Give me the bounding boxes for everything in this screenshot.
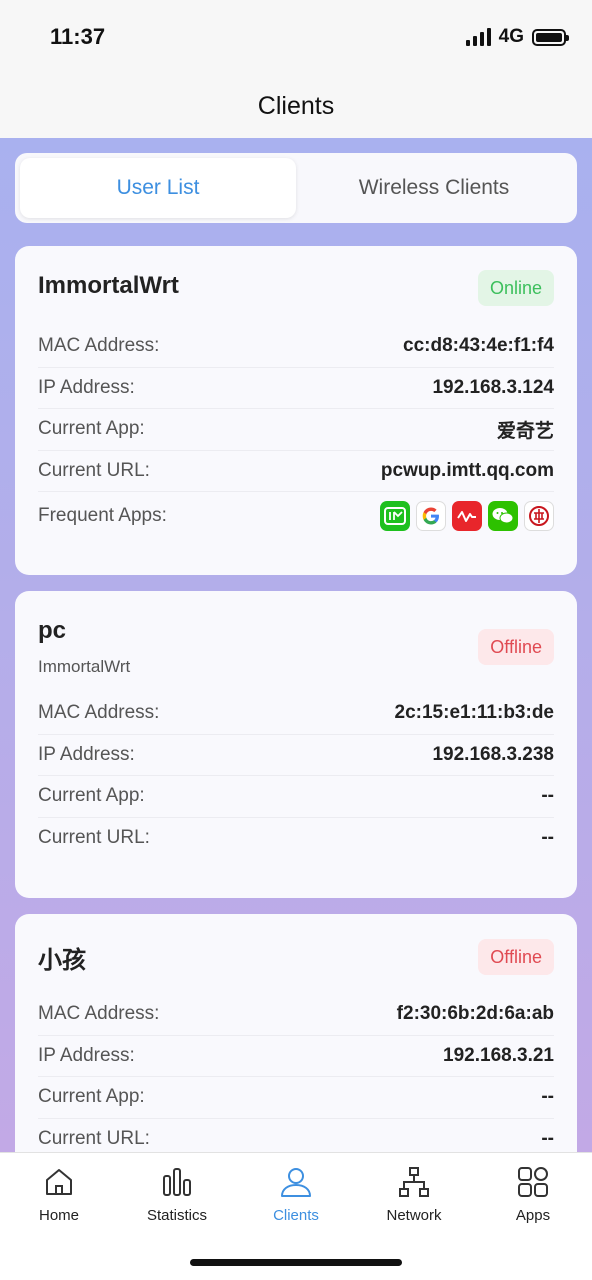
client-card[interactable]: ImmortalWrt Online MAC Address: cc:d8:43… [15,246,577,575]
home-icon [46,1169,72,1195]
status-badge: Offline [478,629,554,665]
battery-icon [532,28,569,46]
tab-home-label: Home [38,1207,79,1224]
current-url-row: Current URL: -- [38,818,554,860]
mac-value: cc:d8:43:4e:f1:f4 [403,335,554,357]
mac-row: MAC Address: f2:30:6b:2d:6a:ab [38,994,554,1036]
current-url-row: Current URL: -- [38,1119,554,1153]
network-type: 4G [498,26,524,47]
client-card[interactable]: 小孩 Offline MAC Address: f2:30:6b:2d:6a:a… [15,914,577,1152]
current-app-value: -- [541,785,554,807]
current-url-label: Current URL: [38,827,150,849]
iqiyi-icon [380,501,410,531]
user-icon [281,1168,311,1197]
segmented-control: User List Wireless Clients [15,153,577,223]
status-badge: Offline [478,939,554,975]
current-url-value: -- [541,827,554,849]
ip-row: IP Address: 192.168.3.124 [38,368,554,409]
ip-label: IP Address: [38,743,135,765]
frequent-apps-list [380,501,554,531]
nav-header: Clients [0,74,592,138]
main-content[interactable]: User List Wireless Clients ImmortalWrt O… [0,138,592,1152]
client-subtitle: ImmortalWrt [38,657,131,676]
current-url-value: -- [541,1128,554,1150]
bar-chart-icon [163,1168,191,1196]
current-url-row: Current URL: pcwup.imtt.qq.com [38,451,554,492]
status-badge: Online [477,270,554,306]
tab-apps-label: Apps [515,1207,551,1224]
current-app-label: Current App: [38,418,145,440]
stock-chart-icon [452,501,482,531]
client-name: pc [38,617,67,644]
current-url-value: pcwup.imtt.qq.com [380,459,554,481]
current-url-label: Current URL: [38,459,150,481]
client-card[interactable]: pc ImmortalWrt Offline MAC Address: 2c:1… [15,591,577,898]
mac-label: MAC Address: [38,1003,160,1025]
status-time: 11:37 [50,24,106,49]
frequent-apps-row: Frequent Apps: [38,492,554,540]
ip-row: IP Address: 192.168.3.21 [38,1036,554,1077]
current-app-label: Current App: [38,1086,145,1108]
apps-grid-icon [518,1167,548,1197]
tab-user-list[interactable]: User List [20,158,296,218]
tab-clients[interactable]: Clients [246,1165,346,1224]
tab-clients-label: Clients [273,1207,319,1224]
current-url-label: Current URL: [38,1128,150,1150]
ip-value: 192.168.3.238 [432,743,554,765]
status-bar: 11:37 4G [0,0,592,74]
tab-statistics[interactable]: Statistics [127,1165,227,1224]
tab-network-label: Network [386,1207,442,1224]
home-indicator [190,1259,402,1266]
current-app-row: Current App: 爱奇艺 [38,409,554,451]
current-app-row: Current App: -- [38,1077,554,1119]
current-app-value: 爱奇艺 [496,420,554,442]
current-app-row: Current App: -- [38,776,554,818]
google-icon [416,501,446,531]
current-app-value: -- [541,1086,554,1108]
ip-row: IP Address: 192.168.3.238 [38,735,554,776]
ip-label: IP Address: [38,376,135,398]
mac-value: 2c:15:e1:11:b3:de [394,702,554,724]
wechat-icon [488,501,518,531]
tab-network[interactable]: Network [364,1165,464,1224]
frequent-apps-label: Frequent Apps: [38,505,167,526]
cellular-signal-icon [465,28,491,46]
ip-label: IP Address: [38,1044,135,1066]
page-title: Clients [257,91,335,120]
ip-value: 192.168.3.124 [432,376,554,398]
mac-value: f2:30:6b:2d:6a:ab [396,1003,554,1025]
client-name: 小孩 [38,947,86,974]
tab-wireless-clients[interactable]: Wireless Clients [296,158,572,218]
tab-statistics-label: Statistics [146,1207,207,1224]
mac-label: MAC Address: [38,702,160,724]
current-app-label: Current App: [38,785,145,807]
mac-label: MAC Address: [38,335,160,357]
network-icon [399,1167,429,1197]
ip-value: 192.168.3.21 [443,1044,554,1066]
client-name: ImmortalWrt [38,272,179,299]
mac-row: MAC Address: 2c:15:e1:11:b3:de [38,693,554,735]
mac-row: MAC Address: cc:d8:43:4e:f1:f4 [38,326,554,368]
tab-home[interactable]: Home [9,1165,109,1224]
bank-icon [524,501,554,531]
tab-apps[interactable]: Apps [483,1165,583,1224]
